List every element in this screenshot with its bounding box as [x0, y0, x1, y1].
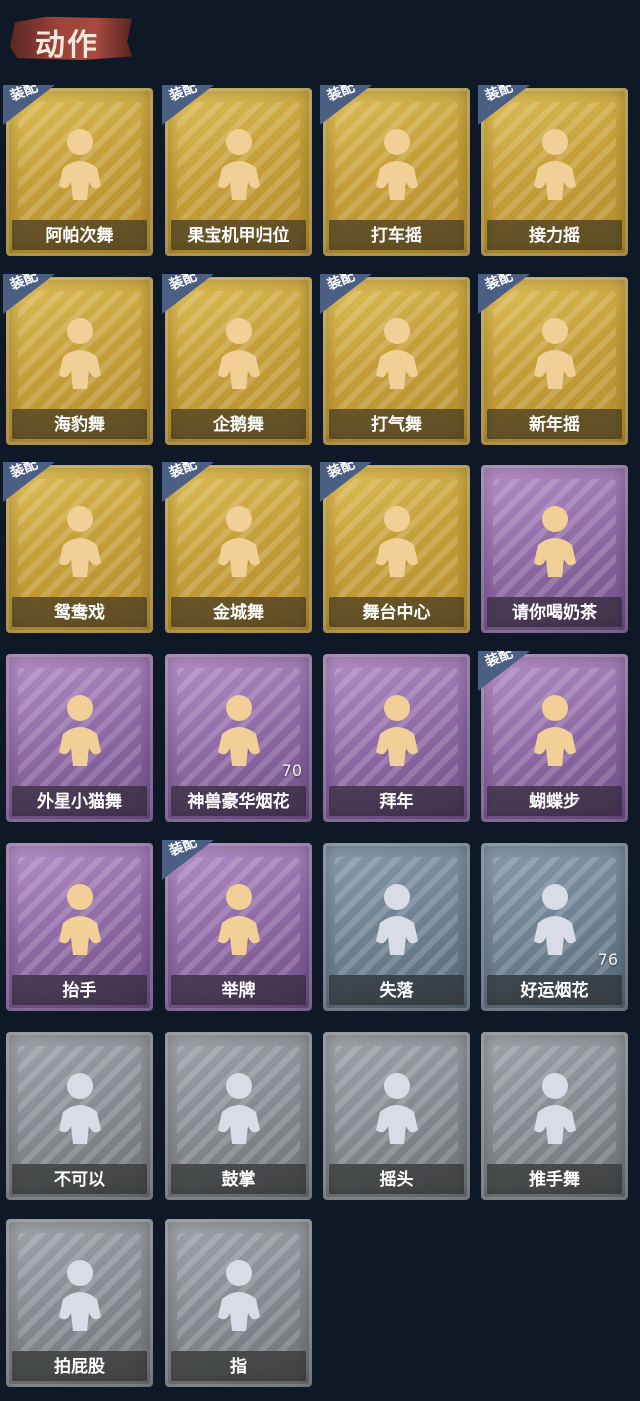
fireworks-icon: [202, 690, 276, 770]
emote-name: 阿帕次舞: [45, 226, 114, 246]
emote-card[interactable]: 拍屁股: [6, 1219, 153, 1387]
emote-name: 指: [230, 1357, 247, 1377]
emote-card[interactable]: 举牌 装配: [162, 840, 312, 1011]
emote-name: 海豹舞: [54, 415, 105, 435]
emote-card[interactable]: 阿帕次舞 装配: [3, 85, 153, 256]
pat-figure-icon: [43, 1255, 117, 1335]
sign-holder-icon: [202, 879, 276, 959]
emote-name: 打气舞: [371, 415, 422, 435]
emote-name: 果宝机甲归位: [187, 226, 290, 246]
finger-no-icon: [43, 1068, 117, 1148]
emote-card[interactable]: 接力摇 装配: [478, 85, 628, 256]
emote-card[interactable]: 抬手: [6, 843, 153, 1011]
emote-card[interactable]: 外星小猫舞: [6, 654, 153, 822]
emote-name: 金城舞: [213, 603, 264, 623]
crawl-figure-icon: [360, 879, 434, 959]
item-count: 76: [597, 950, 618, 969]
emote-card[interactable]: 鸳鸯戏 装配: [3, 462, 153, 633]
dancer-icon: [202, 501, 276, 581]
push-hands-icon: [518, 1068, 592, 1148]
emote-card[interactable]: 请你喝奶茶: [481, 465, 628, 633]
emote-name: 蝴蝶步: [529, 792, 580, 812]
emote-card[interactable]: 76 好运烟花: [481, 843, 628, 1011]
emote-card[interactable]: 失落: [323, 843, 470, 1011]
bow-figure-icon: [360, 690, 434, 770]
emote-card[interactable]: 蝴蝶步 装配: [478, 651, 628, 822]
emote-name: 摇头: [379, 1170, 414, 1190]
emote-name: 神兽豪华烟花: [187, 792, 290, 812]
emote-name: 打车摇: [371, 226, 422, 246]
emote-name: 接力摇: [529, 226, 580, 246]
emote-card[interactable]: 新年摇 装配: [478, 274, 628, 445]
dancer-icon: [43, 313, 117, 393]
emote-name: 鼓掌: [221, 1170, 256, 1190]
firework-can-icon: [518, 879, 592, 959]
point-icon: [202, 1255, 276, 1335]
figure-banner-icon: [518, 501, 592, 581]
emote-name: 请你喝奶茶: [512, 603, 597, 623]
dancer-icon: [43, 124, 117, 204]
raise-hand-icon: [43, 879, 117, 959]
emote-name: 好运烟花: [520, 981, 589, 1001]
emote-card[interactable]: 不可以: [6, 1032, 153, 1200]
emote-card[interactable]: 指: [165, 1219, 312, 1387]
dancer-icon: [202, 313, 276, 393]
emote-card[interactable]: 打气舞 装配: [320, 274, 470, 445]
dancer-icon: [360, 124, 434, 204]
page-title: 动作: [35, 28, 99, 63]
emote-name: 拜年: [379, 792, 414, 812]
dancer-icon: [360, 501, 434, 581]
dancer-icon: [518, 124, 592, 204]
emote-name: 新年摇: [529, 415, 580, 435]
emote-name: 举牌: [221, 981, 256, 1001]
emote-card[interactable]: 摇头: [323, 1032, 470, 1200]
dancer-icon: [202, 124, 276, 204]
emote-card[interactable]: 海豹舞 装配: [3, 274, 153, 445]
emote-card[interactable]: 鼓掌: [165, 1032, 312, 1200]
emote-name: 抬手: [62, 981, 97, 1001]
header: 动作: [0, 0, 640, 70]
emote-name: 拍屁股: [54, 1357, 105, 1377]
emote-name: 鸳鸯戏: [54, 603, 105, 623]
dancer-icon: [360, 313, 434, 393]
emote-name: 外星小猫舞: [37, 792, 122, 812]
emote-card[interactable]: 金城舞 装配: [162, 462, 312, 633]
emote-card[interactable]: 70 神兽豪华烟花: [165, 654, 312, 822]
emote-card[interactable]: 舞台中心 装配: [320, 462, 470, 633]
dancer-icon: [518, 313, 592, 393]
emote-name: 企鹅舞: [213, 415, 264, 435]
item-count: 70: [281, 761, 302, 780]
emote-card[interactable]: 打车摇 装配: [320, 85, 470, 256]
emote-card[interactable]: 企鹅舞 装配: [162, 274, 312, 445]
dancer-icon: [43, 690, 117, 770]
emote-card[interactable]: 果宝机甲归位 装配: [162, 85, 312, 256]
clap-icon: [202, 1068, 276, 1148]
dancer-icon: [518, 690, 592, 770]
emote-name: 不可以: [54, 1170, 105, 1190]
emote-card[interactable]: 推手舞: [481, 1032, 628, 1200]
dancer-icon: [43, 501, 117, 581]
emote-card[interactable]: 拜年: [323, 654, 470, 822]
emote-name: 失落: [379, 981, 414, 1001]
emote-name: 舞台中心: [362, 603, 431, 623]
emote-name: 推手舞: [529, 1170, 580, 1190]
shake-head-icon: [360, 1068, 434, 1148]
